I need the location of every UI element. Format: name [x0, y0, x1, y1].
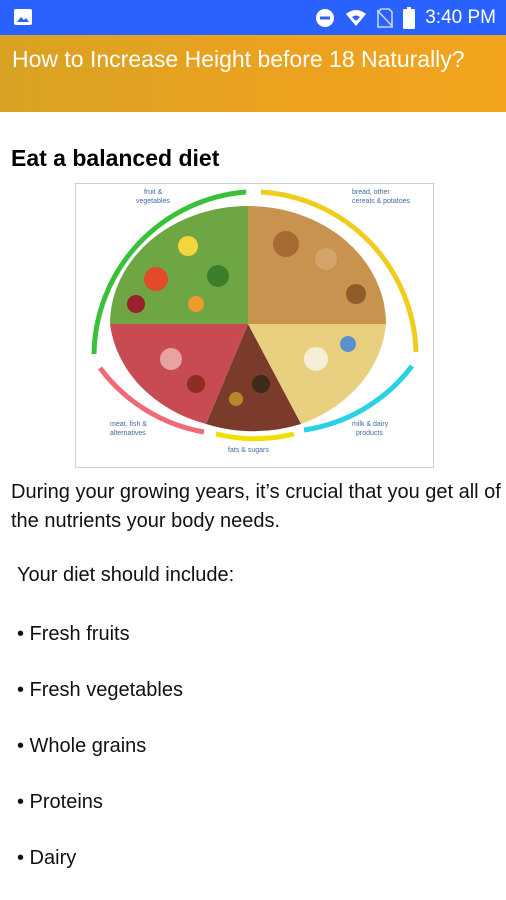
label-bread: bread, other cereals & potatoes — [352, 189, 410, 205]
article-content: Eat a balanced diet fruit & vegetables b… — [0, 112, 506, 900]
body-paragraph: During your growing years, it’s crucial … — [11, 481, 501, 532]
image-icon — [14, 9, 32, 25]
label-milk: milk & dairy products — [352, 421, 389, 437]
list-item: • Fresh fruits — [17, 623, 130, 645]
list-item: • Fresh vegetables — [17, 679, 183, 701]
list-item: • Dairy — [17, 847, 77, 869]
wifi-icon — [346, 9, 367, 26]
app-bar: How to Increase Height before 18 Natural… — [0, 35, 506, 112]
diet-list: • Fresh fruits • Fresh vegetables • Whol… — [17, 608, 183, 888]
battery-icon — [403, 6, 416, 29]
status-bar: 3:40 PM — [0, 0, 506, 35]
page-title: How to Increase Height before 18 Natural… — [12, 46, 465, 72]
list-item: • Whole grains — [17, 735, 147, 757]
diet-plate-illustration: fruit & vegetables bread, other cereals & … — [91, 189, 419, 454]
label-fats: fats & sugars — [228, 447, 269, 454]
section-heading: Eat a balanced diet — [11, 145, 220, 171]
dnd-icon — [316, 8, 335, 27]
label-fruit: fruit & vegetables — [136, 189, 170, 205]
no-sim-icon — [377, 7, 394, 28]
diet-list-title: Your diet should include: — [17, 564, 235, 586]
list-item: • Proteins — [17, 791, 103, 813]
balanced-diet-plate-image: fruit & vegetables bread, other cereals & … — [75, 183, 434, 468]
status-time: 3:40 PM — [425, 6, 496, 28]
label-meat: meat, fish & alternatives — [110, 421, 147, 437]
